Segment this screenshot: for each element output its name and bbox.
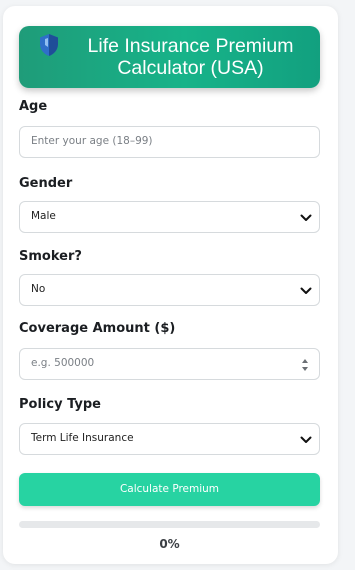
progress-bar (19, 521, 320, 528)
shield-icon (40, 34, 58, 56)
gender-label: Gender (19, 176, 73, 191)
number-stepper-icon[interactable] (300, 355, 310, 375)
progress-percentage: 0% (159, 537, 180, 551)
gender-select[interactable]: Male (19, 201, 320, 233)
smoker-label: Smoker? (19, 249, 82, 264)
smoker-select[interactable]: No (19, 274, 320, 306)
smoker-value: No (31, 283, 46, 295)
coverage-input[interactable]: e.g. 500000 (19, 348, 320, 380)
age-label: Age (19, 99, 48, 114)
policy-type-value: Term Life Insurance (31, 432, 134, 444)
policy-type-select[interactable]: Term Life Insurance (19, 423, 320, 455)
header-banner: Life Insurance Premium Calculator (USA) (19, 26, 320, 88)
page-title: Life Insurance Premium Calculator (USA) (87, 35, 294, 79)
gender-value: Male (31, 210, 56, 222)
chevron-down-icon (300, 287, 312, 294)
age-input[interactable]: Enter your age (18–99) (19, 126, 320, 158)
calculate-premium-button[interactable]: Calculate Premium (19, 473, 320, 506)
chevron-down-icon (300, 214, 312, 221)
age-placeholder: Enter your age (18–99) (31, 135, 153, 147)
policy-type-label: Policy Type (19, 397, 101, 412)
coverage-placeholder: e.g. 500000 (31, 357, 95, 369)
coverage-label: Coverage Amount ($) (19, 321, 176, 336)
chevron-down-icon (300, 436, 312, 443)
